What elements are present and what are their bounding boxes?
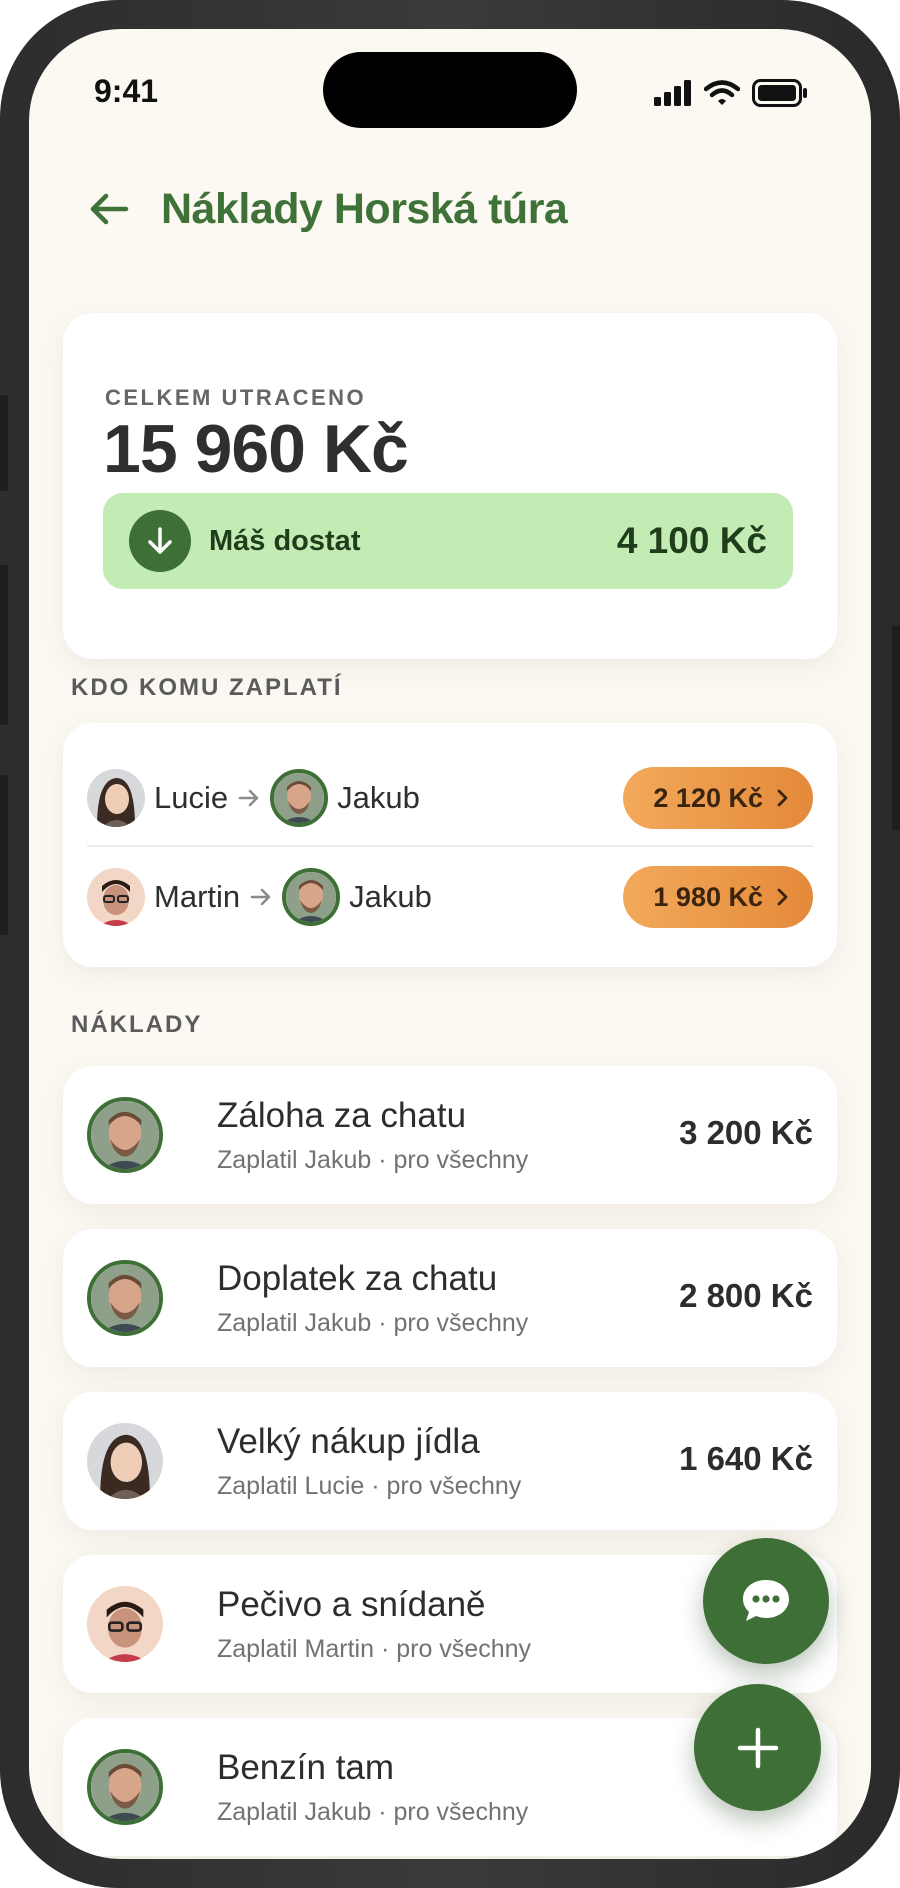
expenses-heading: NÁKLADY [71,1011,203,1038]
back-arrow-icon [90,193,129,225]
avatar-martin [87,1586,163,1662]
summary-card: CELKEM UTRACENO 15 960 Kč Máš dostat 4 1… [63,313,837,659]
expense-title: Pečivo a snídaně [217,1585,486,1624]
expense-title: Velký nákup jídla [217,1422,480,1461]
arrow-right-icon [238,789,260,807]
chat-icon [743,1580,789,1621]
settlements-heading: KDO KOMU ZAPLATÍ [71,674,343,701]
expense-subtitle: Zaplatil Jakub · pro všechny [217,1309,529,1337]
arrow-down-icon [148,527,172,554]
balance-amount: 4 100 Kč [616,520,767,561]
action-button [0,395,8,491]
settlement-row: Lucie Jakub 2 120 Kč [87,749,813,847]
expense-amount: 3 200 Kč [679,1114,813,1151]
total-spent-label: CELKEM UTRACENO [105,385,367,410]
arrow-right-icon [250,888,272,906]
settlement-row: Martin Jakub 1 980 Kč [87,848,813,946]
expense-amount: 1 640 Kč [679,1440,813,1477]
avatar-jakub [87,1749,163,1825]
expense-amount: 2 800 Kč [679,1277,813,1314]
avatar-jakub [87,1097,163,1173]
avatar-lucie [87,1423,163,1499]
avatar-lucie [87,769,145,827]
battery-icon [752,79,807,107]
back-button[interactable] [79,179,139,239]
expense-subtitle: Zaplatil Jakub · pro všechny [217,1798,529,1826]
settlement-to: Jakub [337,780,420,815]
settlement-from: Martin [154,879,241,914]
add-expense-button[interactable] [694,1684,821,1811]
balance-label: Máš dostat [209,524,361,557]
settlement-from: Lucie [154,780,229,815]
pay-button[interactable]: 1 980 Kč [623,866,813,928]
pay-amount: 2 120 Kč [653,782,763,813]
expense-subtitle: Zaplatil Martin · pro všechny [217,1635,532,1663]
power-button [892,625,900,830]
page-title: Náklady Horská túra [161,184,568,233]
status-time: 9:41 [94,73,159,109]
expense-subtitle: Zaplatil Jakub · pro všechny [217,1146,529,1174]
balance-banner[interactable]: Máš dostat 4 100 Kč [103,493,793,589]
status-icons [654,73,808,113]
divider [87,845,813,847]
pay-button[interactable]: 2 120 Kč [623,767,813,829]
expense-title: Doplatek za chatu [217,1259,498,1298]
total-spent-value: 15 960 Kč [103,411,409,487]
expense-subtitle: Zaplatil Lucie · pro všechny [217,1472,522,1500]
avatar-martin [87,868,145,926]
expense-title: Záloha za chatu [217,1096,467,1135]
chat-button[interactable] [703,1538,829,1664]
expense-item[interactable]: Doplatek za chatu Zaplatil Jakub · pro v… [63,1229,837,1367]
expense-title: Benzín tam [217,1748,395,1787]
plus-icon [737,1727,778,1768]
avatar-jakub [270,769,329,827]
chevron-right-icon [777,888,789,906]
expense-item[interactable]: Záloha za chatu Zaplatil Jakub · pro vše… [63,1066,837,1204]
chevron-right-icon [777,789,789,807]
volume-down-button [0,775,8,935]
expense-item[interactable]: Velký nákup jídla Zaplatil Lucie · pro v… [63,1392,837,1530]
avatar-jakub [87,1260,163,1336]
settlement-to: Jakub [349,879,432,914]
header: Náklady Horská túra [79,179,568,239]
settlements-card: Lucie Jakub 2 120 Kč Martin Jakub 1 980 … [63,723,837,967]
pay-amount: 1 980 Kč [653,881,763,912]
signal-icon [654,80,691,106]
app-screen: 9:41 Náklady Horská túra CELKEM UTRACENO… [29,29,871,1859]
balance-icon-circle [129,510,191,572]
dynamic-island [323,52,577,128]
wifi-icon [704,80,740,105]
avatar-jakub [282,868,341,926]
phone-frame: 9:41 Náklady Horská túra CELKEM UTRACENO… [0,0,900,1888]
volume-up-button [0,565,8,725]
